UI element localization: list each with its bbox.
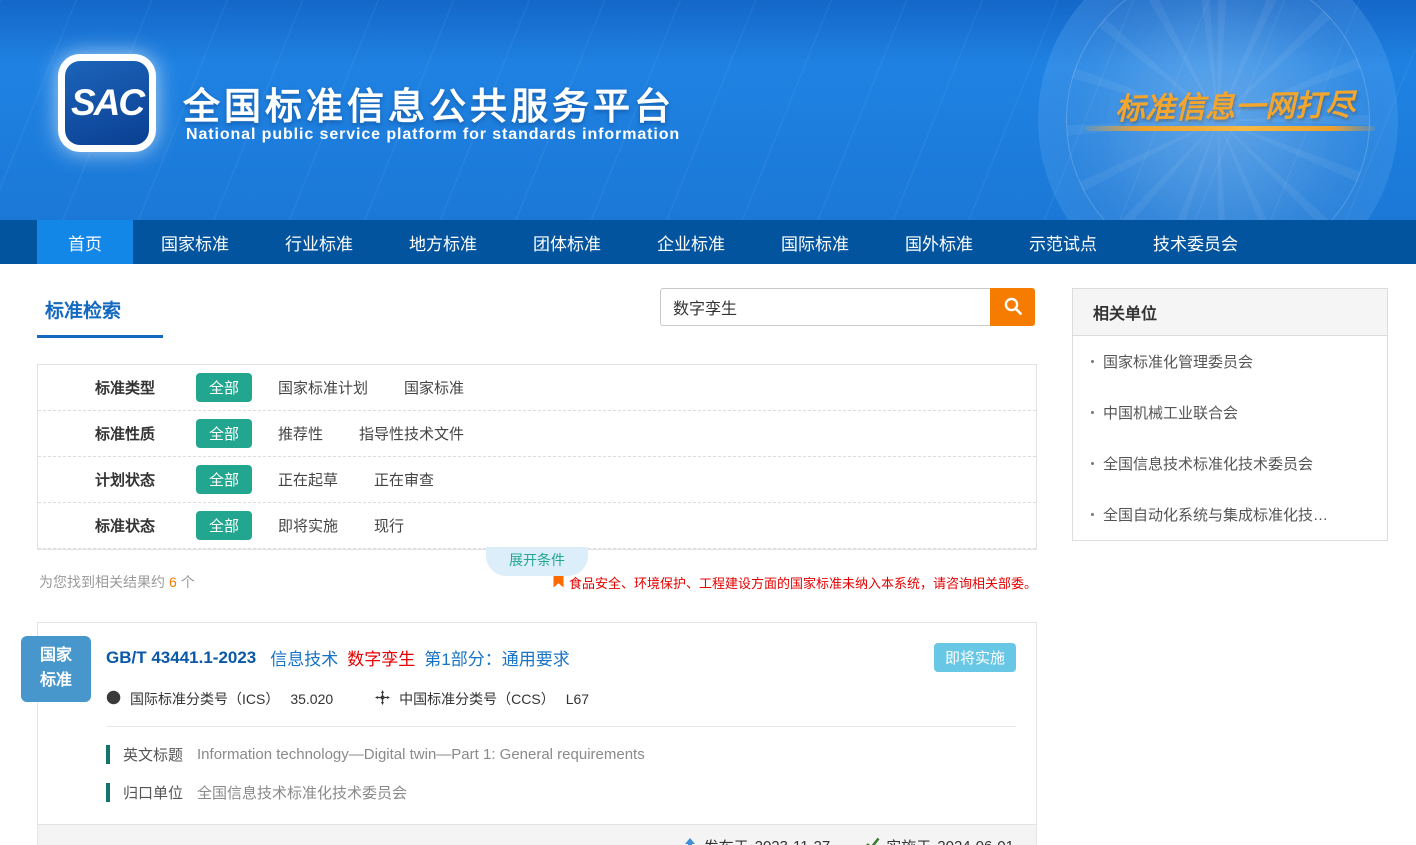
sac-logo: SAC (58, 54, 156, 152)
english-title-label: 英文标题 (123, 744, 183, 765)
standard-title-highlight[interactable]: 数字孪生 (347, 645, 415, 670)
site-header: SAC 全国标准信息公共服务平台 National public service… (0, 0, 1416, 220)
implement-date: 2024-06-01 (937, 838, 1014, 845)
standard-title-part[interactable]: 第1部分：通用要求 (424, 645, 569, 670)
committee-row: 归口单位 全国信息技术标准化技术委员会 (106, 782, 1016, 803)
card-body: GB/T 43441.1-2023 信息技术 数字孪生 第1部分：通用要求 即将… (38, 623, 1036, 809)
result-count-number: 6 (169, 574, 177, 590)
status-badge: 即将实施 (934, 643, 1016, 672)
filter-option[interactable]: 现行 (374, 515, 404, 536)
globe-icon (106, 690, 121, 708)
implement-date-group: 实施于 2024-06-01 (864, 836, 1014, 845)
sac-logo-text: SAC (71, 82, 143, 124)
ccs-label: 中国标准分类号（CCS） (399, 689, 555, 709)
filter-all-badge[interactable]: 全部 (196, 373, 252, 402)
standard-type-badge: 国家 标准 (21, 636, 91, 702)
teal-bar (106, 783, 110, 802)
ics-group: 国际标准分类号（ICS） 35.020 (106, 689, 333, 709)
main-column: 标准检索 标准类型 全部 国家标准计划 (37, 288, 1037, 845)
filter-row-standard-nature: 标准性质 全部 推荐性 指导性技术文件 (38, 411, 1036, 457)
content-area: 标准检索 标准类型 全部 国家标准计划 (0, 264, 1416, 845)
banner-slogan: 标准信息一网打尽 (1095, 80, 1376, 129)
bullet-dot-icon (1091, 462, 1094, 465)
filter-label: 标准状态 (95, 515, 196, 536)
publish-date-group: 发布于 2023-11-27 (682, 836, 831, 845)
filter-option[interactable]: 即将实施 (278, 515, 338, 536)
filter-option[interactable]: 正在审查 (374, 469, 434, 490)
filter-all-badge[interactable]: 全部 (196, 465, 252, 494)
nav-tab-group-standards[interactable]: 团体标准 (505, 220, 629, 264)
result-count: 为您找到相关结果约6个 (37, 572, 195, 592)
main-nav: 首页 国家标准 行业标准 地方标准 团体标准 企业标准 国际标准 国外标准 示范… (0, 220, 1416, 264)
compass-icon (375, 690, 390, 708)
site-subtitle: National public service platform for sta… (186, 126, 680, 144)
nav-tab-local-standards[interactable]: 地方标准 (381, 220, 505, 264)
card-divider (106, 726, 1016, 727)
ccs-value: L67 (566, 691, 589, 707)
filter-label: 标准类型 (95, 377, 196, 398)
slogan-underline (1085, 126, 1375, 131)
nav-tab-technical-committee[interactable]: 技术委员会 (1125, 220, 1266, 264)
filter-all-badge[interactable]: 全部 (196, 511, 252, 540)
search-section: 标准检索 (37, 288, 1037, 352)
standard-title-row: GB/T 43441.1-2023 信息技术 数字孪生 第1部分：通用要求 即将… (106, 643, 1016, 672)
upload-icon (682, 837, 698, 845)
filter-row-standard-type: 标准类型 全部 国家标准计划 国家标准 (38, 365, 1036, 411)
search-button[interactable] (990, 288, 1035, 326)
nav-tab-foreign-standards[interactable]: 国外标准 (877, 220, 1001, 264)
nav-tab-home[interactable]: 首页 (37, 220, 133, 264)
filter-option[interactable]: 国家标准 (404, 377, 464, 398)
filter-row-standard-status: 标准状态 全部 即将实施 现行 (38, 503, 1036, 549)
bullet-dot-icon (1091, 411, 1094, 414)
nav-tab-national-standards[interactable]: 国家标准 (133, 220, 257, 264)
committee-label: 归口单位 (123, 782, 183, 803)
bullet-dot-icon (1091, 360, 1094, 363)
committee-value: 全国信息技术标准化技术委员会 (197, 782, 407, 803)
sac-logo-inner: SAC (65, 61, 149, 145)
check-icon (864, 837, 880, 845)
ics-value: 35.020 (290, 691, 333, 707)
sidebar-item-automation-standardization-committee[interactable]: 全国自动化系统与集成标准化技… (1073, 489, 1387, 540)
nav-tab-enterprise-standards[interactable]: 企业标准 (629, 220, 753, 264)
title-underline (37, 335, 163, 338)
filter-option[interactable]: 正在起草 (278, 469, 338, 490)
site-title: 全国标准信息公共服务平台 (183, 76, 675, 130)
filter-option[interactable]: 国家标准计划 (278, 377, 368, 398)
teal-bar (106, 745, 110, 764)
filter-option[interactable]: 推荐性 (278, 423, 323, 444)
standard-title-part[interactable]: 信息技术 (270, 645, 338, 670)
sidebar-item-machinery-federation[interactable]: 中国机械工业联合会 (1073, 387, 1387, 438)
nav-tab-pilot[interactable]: 示范试点 (1001, 220, 1125, 264)
ccs-group: 中国标准分类号（CCS） L67 (375, 689, 589, 709)
sidebar-title: 相关单位 (1073, 289, 1387, 336)
card-footer: 发布于 2023-11-27 实施于 2024-06-01 (38, 824, 1036, 845)
sidebar-item-it-standardization-committee[interactable]: 全国信息技术标准化技术委员会 (1073, 438, 1387, 489)
classification-row: 国际标准分类号（ICS） 35.020 中国标准分类号（CC (106, 689, 1016, 709)
filter-panel: 标准类型 全部 国家标准计划 国家标准 标准性质 全部 推荐性 指导性技术文件 … (37, 364, 1037, 550)
filter-label: 计划状态 (95, 469, 196, 490)
search-box (660, 288, 1035, 326)
sidebar-item-sac[interactable]: 国家标准化管理委员会 (1073, 336, 1387, 387)
related-organizations-panel: 相关单位 国家标准化管理委员会 中国机械工业联合会 全国信息技术标准化技术委员会… (1072, 288, 1388, 541)
filter-row-plan-status: 计划状态 全部 正在起草 正在审查 (38, 457, 1036, 503)
standard-code-link[interactable]: GB/T 43441.1-2023 (106, 648, 256, 668)
english-title-row: 英文标题 Information technology—Digital twin… (106, 744, 1016, 765)
system-notice: 食品安全、环境保护、工程建设方面的国家标准未纳入本系统，请咨询相关部委。 (553, 573, 1037, 592)
page-title: 标准检索 (37, 288, 121, 323)
nav-tab-international-standards[interactable]: 国际标准 (753, 220, 877, 264)
ics-label: 国际标准分类号（ICS） (130, 689, 279, 709)
filter-label: 标准性质 (95, 423, 196, 444)
bullet-dot-icon (1091, 513, 1094, 516)
publish-date: 2023-11-27 (755, 838, 831, 845)
filter-all-badge[interactable]: 全部 (196, 419, 252, 448)
search-input[interactable] (660, 288, 990, 326)
standard-result-card: 国家 标准 GB/T 43441.1-2023 信息技术 数字孪生 第1部分：通… (37, 622, 1037, 845)
expand-conditions-button[interactable]: 展开条件 (486, 547, 588, 576)
nav-tab-industry-standards[interactable]: 行业标准 (257, 220, 381, 264)
magnifier-icon (1002, 295, 1024, 320)
english-title-value: Information technology—Digital twin—Part… (197, 746, 645, 763)
filter-option[interactable]: 指导性技术文件 (359, 423, 464, 444)
